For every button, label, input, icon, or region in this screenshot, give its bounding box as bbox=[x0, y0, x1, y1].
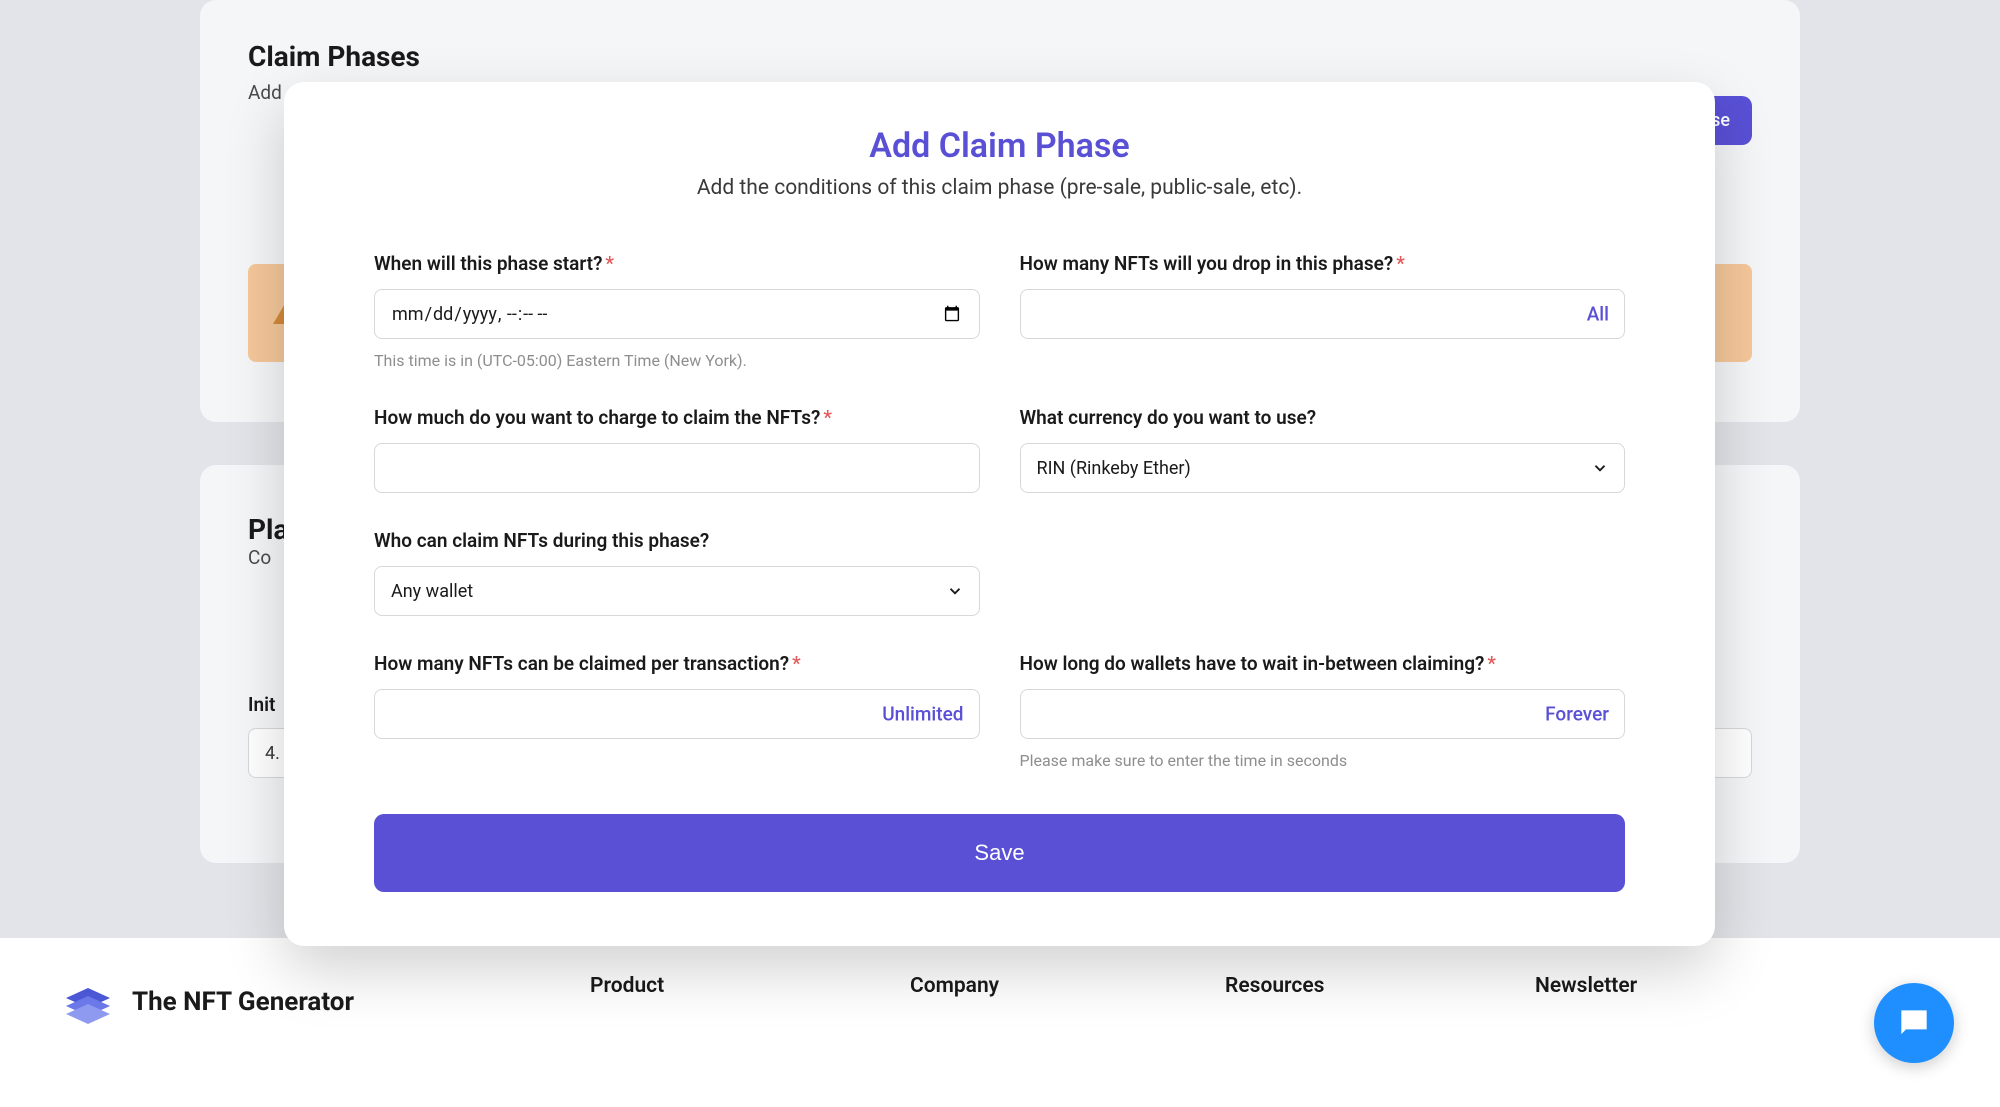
footer-col-resources[interactable]: Resources bbox=[1225, 974, 1535, 998]
start-help-text: This time is in (UTC-05:00) Eastern Time… bbox=[374, 351, 980, 370]
start-label: When will this phase start?* bbox=[374, 252, 980, 275]
currency-label: What currency do you want to use? bbox=[1020, 406, 1626, 429]
wait-input[interactable] bbox=[1020, 689, 1626, 739]
charge-label: How much do you want to charge to claim … bbox=[374, 406, 980, 429]
wait-label: How long do wallets have to wait in-betw… bbox=[1020, 652, 1626, 675]
forever-action[interactable]: Forever bbox=[1545, 703, 1609, 726]
all-action[interactable]: All bbox=[1587, 303, 1609, 326]
init-label: Init bbox=[248, 693, 275, 716]
charge-input[interactable] bbox=[374, 443, 980, 493]
required-marker: * bbox=[823, 406, 832, 429]
footer-col-company[interactable]: Company bbox=[910, 974, 1225, 998]
chat-icon bbox=[1895, 1004, 1933, 1042]
modal-title: Add Claim Phase bbox=[374, 126, 1625, 166]
chat-button[interactable] bbox=[1874, 983, 1954, 1063]
footer-logo: The NFT Generator bbox=[60, 974, 590, 1030]
required-marker: * bbox=[1487, 652, 1496, 675]
logo-icon bbox=[60, 974, 116, 1030]
claim-phases-heading: Claim Phases bbox=[248, 40, 1752, 73]
wait-help-text: Please make sure to enter the time in se… bbox=[1020, 751, 1626, 770]
footer-col-product[interactable]: Product bbox=[590, 974, 910, 998]
who-claim-select[interactable]: Any wallet bbox=[374, 566, 980, 616]
footer-logo-text: The NFT Generator bbox=[132, 987, 354, 1017]
save-button[interactable]: Save bbox=[374, 814, 1625, 892]
required-marker: * bbox=[1396, 252, 1405, 275]
start-input[interactable] bbox=[374, 289, 980, 339]
modal-subtitle: Add the conditions of this claim phase (… bbox=[374, 176, 1625, 200]
footer-col-newsletter[interactable]: Newsletter bbox=[1535, 974, 1637, 998]
per-tx-label: How many NFTs can be claimed per transac… bbox=[374, 652, 980, 675]
drop-count-label: How many NFTs will you drop in this phas… bbox=[1020, 252, 1626, 275]
footer: The NFT Generator Product Company Resour… bbox=[0, 937, 2000, 1107]
who-claim-label: Who can claim NFTs during this phase? bbox=[374, 529, 980, 552]
currency-select[interactable]: RIN (Rinkeby Ether) bbox=[1020, 443, 1626, 493]
add-claim-phase-modal: Add Claim Phase Add the conditions of th… bbox=[284, 82, 1715, 946]
required-marker: * bbox=[605, 252, 614, 275]
required-marker: * bbox=[792, 652, 801, 675]
unlimited-action[interactable]: Unlimited bbox=[882, 703, 963, 726]
drop-count-input[interactable] bbox=[1020, 289, 1626, 339]
